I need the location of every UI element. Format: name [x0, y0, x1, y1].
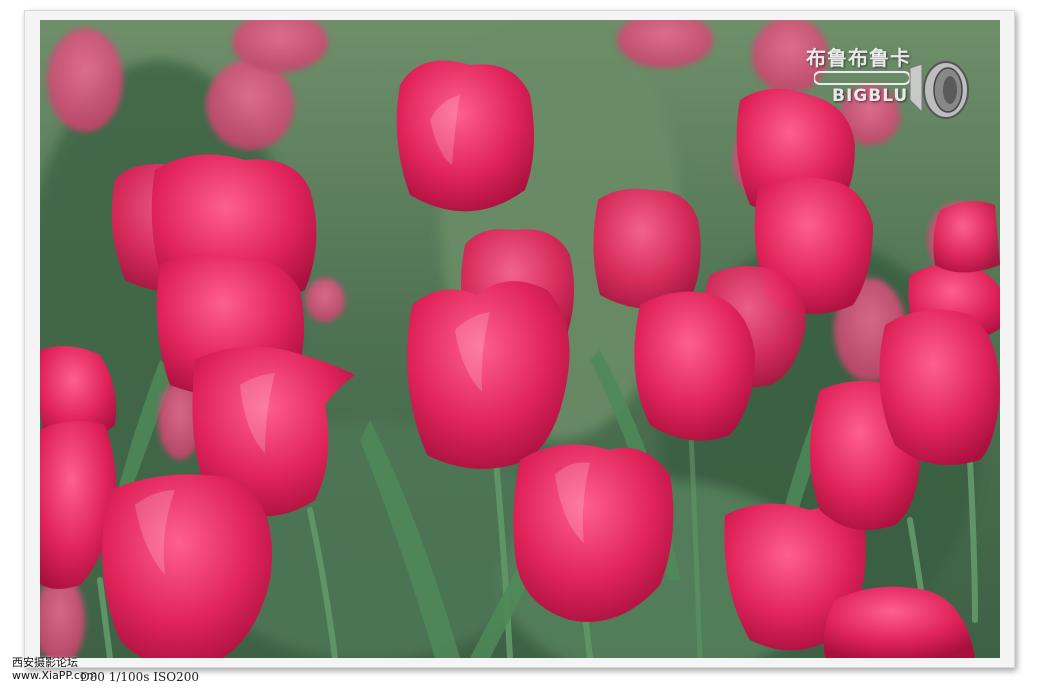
brand-watermark: 布鲁布鲁卡 BIGBLU — [800, 40, 978, 120]
site-name: 西安摄影论坛 — [12, 656, 78, 669]
watermark-brand-en: BIGBLU — [832, 86, 909, 106]
site-stamp: 西安摄影论坛 www.XiaPP.com — [12, 656, 97, 682]
site-url: www.XiaPP.com — [12, 669, 98, 682]
tulip-photo: 布鲁布鲁卡 BIGBLU — [40, 20, 1000, 658]
